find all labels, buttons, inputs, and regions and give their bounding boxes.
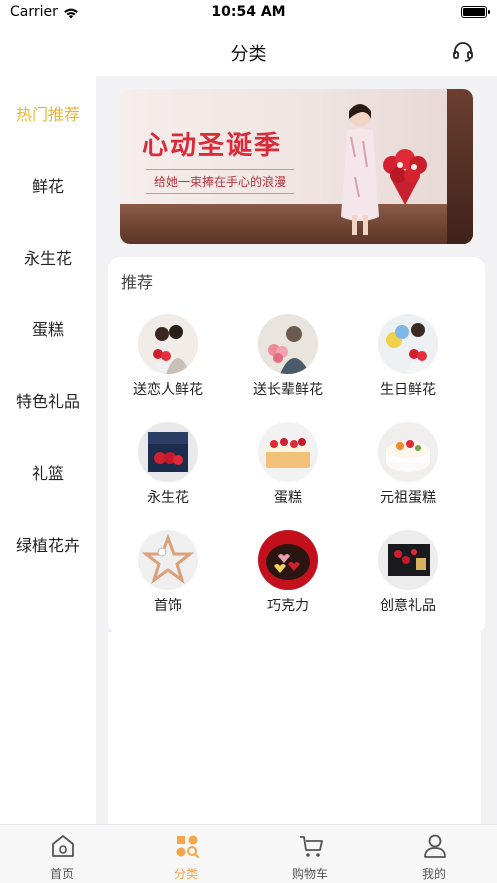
battery-icon — [461, 6, 490, 18]
user-icon — [424, 834, 446, 858]
recommend-title: 推荐 — [121, 273, 154, 292]
content-panel — [108, 632, 481, 824]
rec-item-chocolate[interactable]: 巧克力 — [233, 530, 343, 630]
rec-item-label: 永生花 — [147, 490, 189, 506]
headset-icon[interactable] — [451, 40, 475, 64]
elder-flowers-image — [258, 314, 318, 374]
cake-image — [258, 422, 318, 482]
rec-item-label: 首饰 — [154, 598, 182, 614]
chocolate-image — [258, 530, 318, 590]
cart-icon — [300, 836, 323, 857]
lover-flowers-image — [138, 314, 198, 374]
tab-bar: 首页 分类 购物车 我的 — [0, 824, 497, 883]
rec-item-label: 元祖蛋糕 — [380, 490, 436, 506]
banner-title: 心动圣诞季 — [142, 131, 283, 161]
tab-profile[interactable]: 我的 — [372, 825, 496, 883]
tab-label: 分类 — [173, 867, 198, 881]
rec-item-elder-flowers[interactable]: 送长辈鲜花 — [233, 314, 343, 414]
preserved-flowers-image — [138, 422, 198, 482]
sidebar-item-gift-baskets[interactable]: 礼篮 — [0, 452, 96, 492]
rec-item-label: 蛋糕 — [274, 490, 302, 506]
category-icon — [176, 835, 199, 858]
sidebar-item-preserved-flowers[interactable]: 永生花 — [0, 237, 96, 277]
yuanzu-cake-image — [378, 422, 438, 482]
clock: 10:54 AM — [211, 4, 286, 20]
creative-gifts-image — [378, 530, 438, 590]
banner-subtitle: 给她一束捧在手心的浪漫 — [146, 169, 295, 194]
status-bar: Carrier 10:54 AM — [0, 0, 497, 28]
rec-item-label: 送长辈鲜花 — [253, 382, 323, 398]
rec-item-yuanzu-cake[interactable]: 元祖蛋糕 — [353, 422, 463, 522]
sidebar-item-hot[interactable]: 热门推荐 — [0, 93, 96, 133]
tab-label: 我的 — [421, 867, 446, 881]
rec-item-jewelry[interactable]: 首饰 — [113, 530, 223, 630]
recommend-card: 推荐 送恋人鲜花 送长辈鲜花 生日鲜花 永生花 蛋糕 元祖蛋糕 首饰 巧克力 创… — [108, 257, 485, 634]
bouquet-image — [383, 149, 427, 205]
rec-item-label: 巧克力 — [267, 598, 309, 614]
sidebar-item-plants[interactable]: 绿植花卉 — [0, 524, 96, 564]
rec-item-birthday-flowers[interactable]: 生日鲜花 — [353, 314, 463, 414]
birthday-flowers-image — [378, 314, 438, 374]
sidebar-item-cakes[interactable]: 蛋糕 — [0, 308, 96, 348]
tab-label: 购物车 — [291, 867, 328, 881]
page-title: 分类 — [230, 44, 267, 65]
tab-home[interactable]: 首页 — [0, 825, 124, 883]
tab-cart[interactable]: 购物车 — [248, 825, 372, 883]
sidebar-item-flowers[interactable]: 鲜花 — [0, 165, 96, 205]
category-sidebar: 热门推荐 鲜花 永生花 蛋糕 特色礼品 礼篮 绿植花卉 — [0, 76, 96, 824]
nav-bar: 分类 — [0, 28, 497, 76]
rec-item-lover-flowers[interactable]: 送恋人鲜花 — [113, 314, 223, 414]
sidebar-item-special-gifts[interactable]: 特色礼品 — [0, 380, 96, 420]
tab-label: 首页 — [49, 867, 74, 881]
rec-item-preserved-flowers[interactable]: 永生花 — [113, 422, 223, 522]
tab-category[interactable]: 分类 — [124, 825, 248, 883]
promo-banner[interactable]: 心动圣诞季 给她一束捧在手心的浪漫 — [120, 89, 473, 244]
content-area: 心动圣诞季 给她一束捧在手心的浪漫 推荐 送恋人鲜花 送长辈鲜花 生日鲜花 永生… — [96, 76, 497, 824]
rec-item-label: 创意礼品 — [380, 598, 436, 614]
rec-item-creative-gifts[interactable]: 创意礼品 — [353, 530, 463, 630]
rec-item-label: 送恋人鲜花 — [133, 382, 203, 398]
jewelry-image — [138, 530, 198, 590]
home-icon — [52, 835, 74, 857]
rec-item-label: 生日鲜花 — [380, 382, 436, 398]
rec-item-cakes[interactable]: 蛋糕 — [233, 422, 343, 522]
